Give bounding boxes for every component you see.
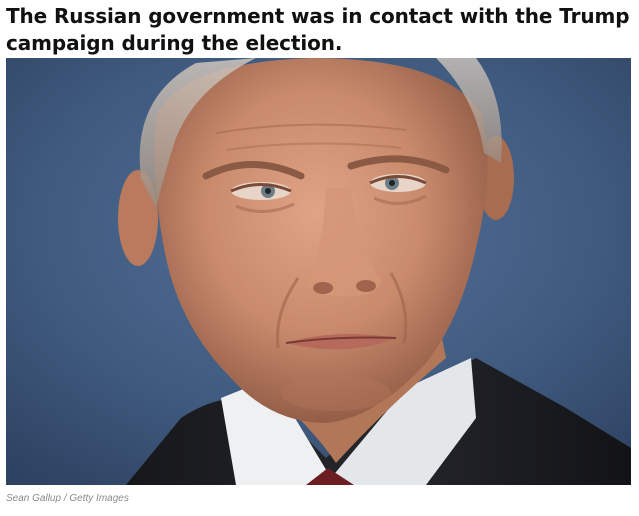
article-figure: The Russian government was in contact wi… [0, 0, 639, 516]
photo-credit: Sean Gallup / Getty Images [6, 493, 129, 504]
portrait-photo [6, 58, 631, 485]
headline: The Russian government was in contact wi… [6, 4, 630, 55]
